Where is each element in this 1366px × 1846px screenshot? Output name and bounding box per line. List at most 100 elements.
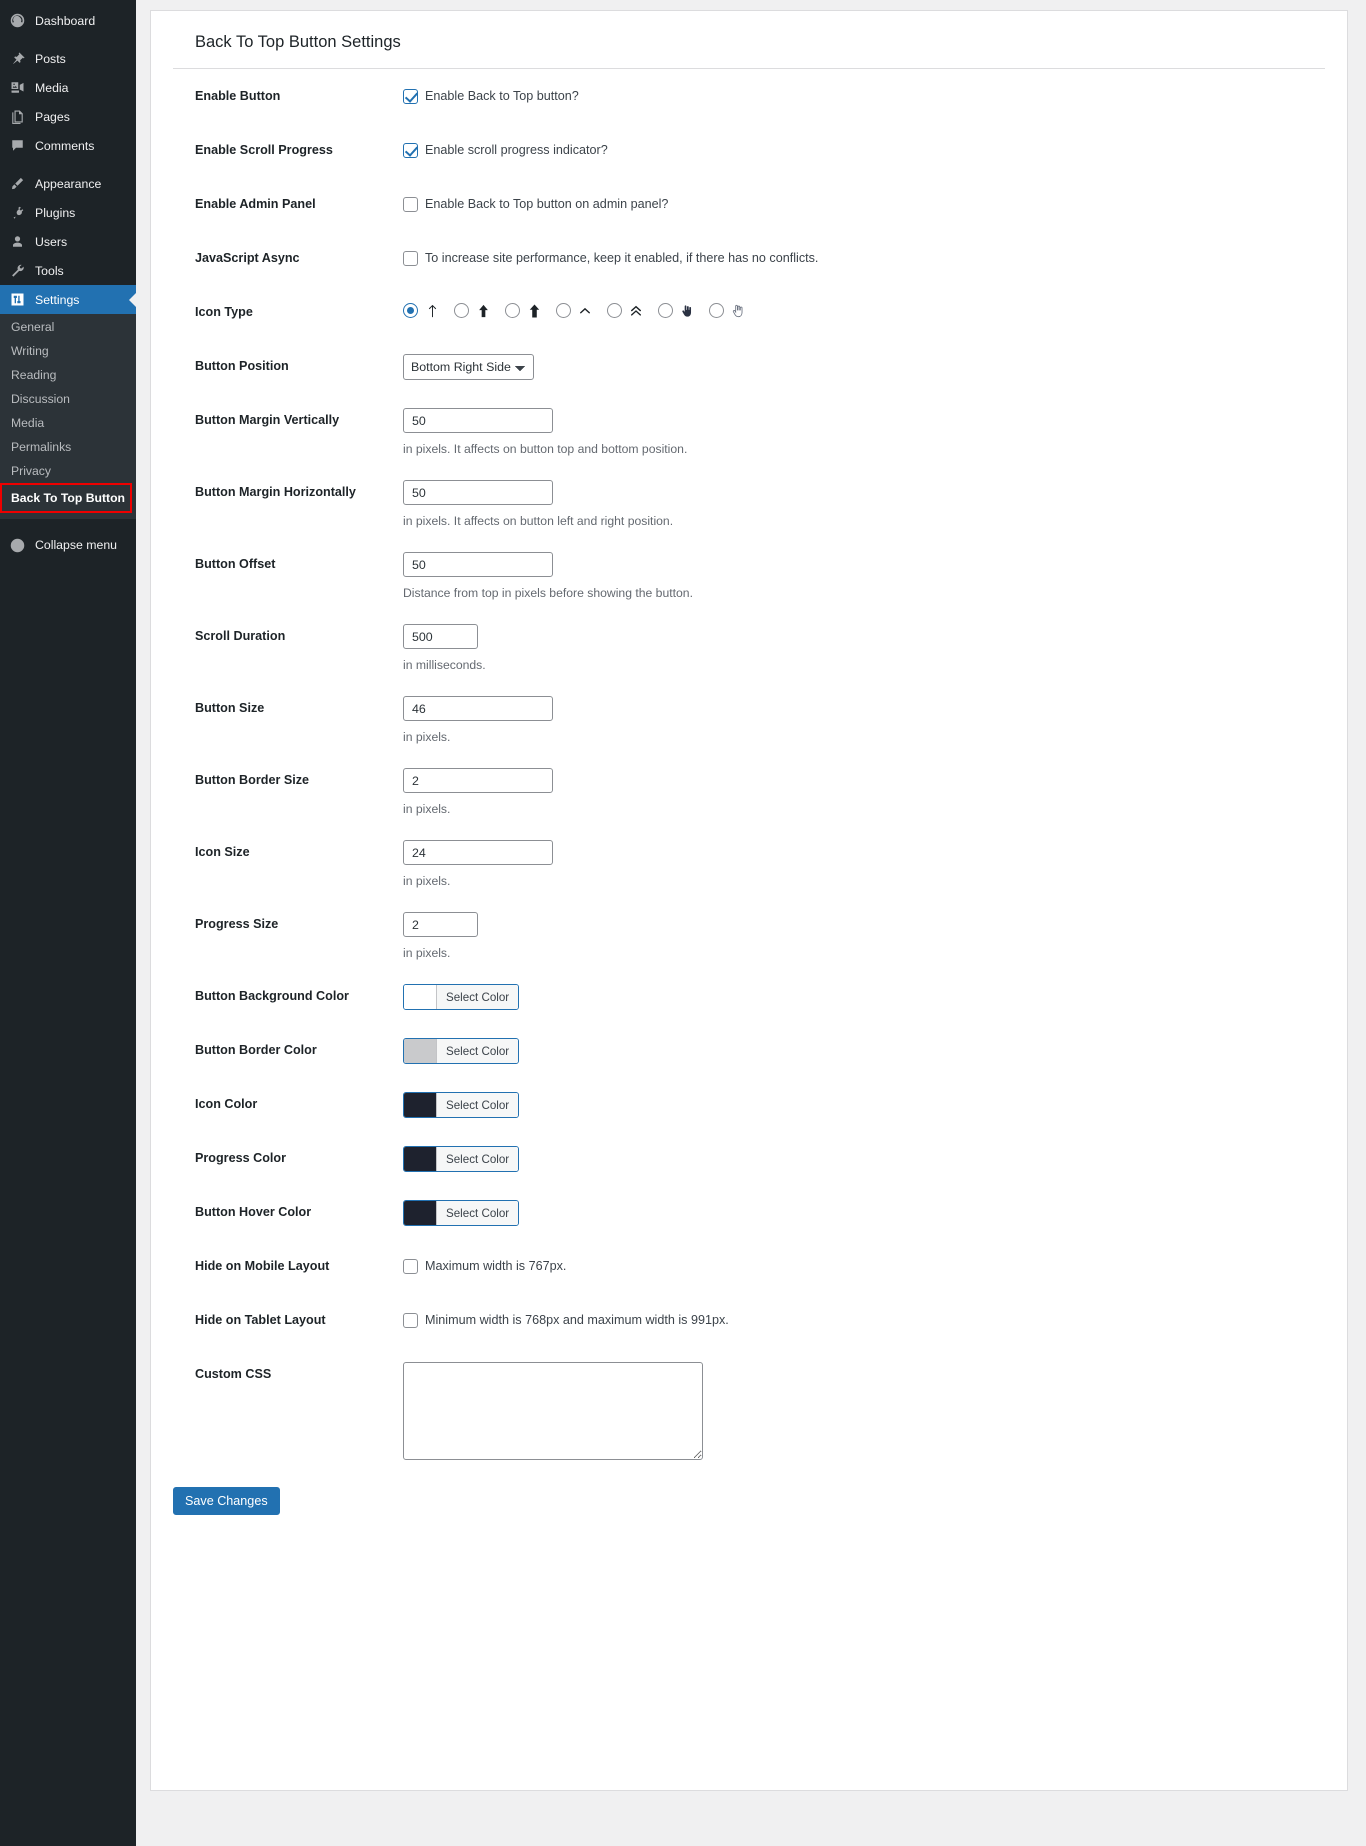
javascript-async-checkbox-line[interactable]: To increase site performance, keep it en…	[403, 246, 1325, 266]
sidebar-item-plugins[interactable]: Plugins	[0, 198, 136, 227]
icon-type-radio-1[interactable]	[454, 303, 469, 318]
sidebar-item-media-settings[interactable]: Media	[0, 411, 136, 435]
field-label: Button Position	[195, 359, 289, 373]
sidebar-item-back-to-top-button[interactable]: Back To Top Button	[0, 483, 132, 513]
sidebar-item-label: Appearance	[35, 176, 102, 191]
collapse-menu-button[interactable]: Collapse menu	[0, 529, 136, 561]
select-color-label: Select Color	[436, 1147, 519, 1171]
user-icon	[8, 232, 27, 251]
icon-type-radio-5[interactable]	[658, 303, 673, 318]
sidebar-item-privacy[interactable]: Privacy	[0, 459, 136, 483]
hide-on-tablet-checkbox[interactable]	[403, 1312, 418, 1328]
button-border-color-picker[interactable]: Select Color	[403, 1038, 520, 1064]
icon-type-option-2[interactable]	[505, 302, 542, 319]
sidebar-item-media[interactable]: Media	[0, 73, 136, 102]
wrench-icon	[8, 261, 27, 280]
field-label: Button Border Size	[195, 773, 310, 787]
sidebar-item-settings[interactable]: Settings	[0, 285, 137, 314]
sidebar-item-pages[interactable]: Pages	[0, 102, 136, 131]
enable-button-checkbox-line[interactable]: Enable Back to Top button?	[403, 84, 1325, 104]
field-control: in milliseconds.	[403, 609, 1325, 681]
button-margin-horizontally-input[interactable]	[403, 480, 553, 505]
progress-size-input[interactable]	[403, 912, 478, 937]
row-progress-size: Progress Size in pixels.	[173, 897, 1325, 969]
javascript-async-checkbox[interactable]	[403, 250, 418, 266]
enable-admin-panel-checkbox-line[interactable]: Enable Back to Top button on admin panel…	[403, 192, 1325, 212]
enable-scroll-progress-checkbox-line[interactable]: Enable scroll progress indicator?	[403, 138, 1325, 158]
sidebar-item-permalinks[interactable]: Permalinks	[0, 435, 136, 459]
sidebar-item-label: Posts	[35, 51, 66, 66]
icon-color-picker[interactable]: Select Color	[403, 1092, 520, 1118]
field-label: Button Size	[195, 701, 265, 715]
field-label: Icon Type	[195, 305, 253, 319]
progress-color-picker[interactable]: Select Color	[403, 1146, 520, 1172]
field-label: Hide on Tablet Layout	[195, 1313, 326, 1327]
custom-css-textarea[interactable]	[403, 1362, 703, 1460]
sidebar-item-tools[interactable]: Tools	[0, 256, 136, 285]
icon-type-option-6[interactable]	[709, 302, 746, 319]
icon-size-input[interactable]	[403, 840, 553, 865]
button-border-size-input[interactable]	[403, 768, 553, 793]
row-icon-type: Icon Type	[173, 285, 1325, 339]
pin-icon	[8, 49, 27, 68]
button-hover-color-picker[interactable]: Select Color	[403, 1200, 520, 1226]
icon-type-option-3[interactable]	[556, 302, 593, 319]
field-control: Minimum width is 768px and maximum width…	[403, 1293, 1325, 1345]
sidebar-item-writing[interactable]: Writing	[0, 339, 136, 363]
field-label: Enable Admin Panel	[195, 197, 316, 211]
page-title: Back To Top Button Settings	[173, 11, 1325, 69]
icon-type-radio-2[interactable]	[505, 303, 520, 318]
row-button-border-color: Button Border Color Select Color	[173, 1023, 1325, 1077]
field-label: Button Background Color	[195, 989, 349, 1003]
enable-admin-panel-checkbox-label: Enable Back to Top button on admin panel…	[425, 197, 669, 211]
row-button-hover-color: Button Hover Color Select Color	[173, 1185, 1325, 1239]
sidebar-item-posts[interactable]: Posts	[0, 44, 136, 73]
row-button-background-color: Button Background Color Select Color	[173, 969, 1325, 1023]
sidebar-item-comments[interactable]: Comments	[0, 131, 136, 160]
button-size-input[interactable]	[403, 696, 553, 721]
sidebar-item-users[interactable]: Users	[0, 227, 136, 256]
sidebar-item-reading[interactable]: Reading	[0, 363, 136, 387]
enable-admin-panel-checkbox[interactable]	[403, 196, 418, 212]
settings-icon	[8, 290, 27, 309]
sidebar-item-discussion[interactable]: Discussion	[0, 387, 136, 411]
icon-type-radio-0[interactable]	[403, 303, 418, 318]
icon-type-option-0[interactable]	[403, 302, 440, 319]
field-control	[403, 285, 1325, 337]
button-margin-vertically-input[interactable]	[403, 408, 553, 433]
row-hide-on-tablet: Hide on Tablet Layout Minimum width is 7…	[173, 1293, 1325, 1347]
button-offset-input[interactable]	[403, 552, 553, 577]
enable-scroll-progress-checkbox[interactable]	[403, 142, 418, 158]
icon-type-option-1[interactable]	[454, 302, 491, 319]
hide-on-tablet-checkbox-line[interactable]: Minimum width is 768px and maximum width…	[403, 1308, 1325, 1328]
javascript-async-checkbox-label: To increase site performance, keep it en…	[425, 251, 819, 265]
row-enable-admin-panel: Enable Admin Panel Enable Back to Top bu…	[173, 177, 1325, 231]
sidebar-item-appearance[interactable]: Appearance	[0, 169, 136, 198]
field-hint: in pixels.	[403, 946, 451, 960]
icon-type-option-5[interactable]	[658, 302, 695, 319]
icon-type-radio-6[interactable]	[709, 303, 724, 318]
icon-type-option-4[interactable]	[607, 302, 644, 319]
icon-type-radio-4[interactable]	[607, 303, 622, 318]
field-control: in pixels. It affects on button top and …	[403, 393, 1325, 465]
save-changes-button[interactable]: Save Changes	[173, 1487, 280, 1515]
field-label: Progress Color	[195, 1151, 286, 1165]
enable-button-checkbox[interactable]	[403, 88, 418, 104]
sidebar-item-general[interactable]: General	[0, 315, 136, 339]
scroll-duration-input[interactable]	[403, 624, 478, 649]
sidebar-item-dashboard[interactable]: Dashboard	[0, 6, 136, 35]
color-swatch	[404, 1201, 436, 1225]
field-hint: in pixels.	[403, 730, 451, 744]
button-position-select[interactable]: Bottom Right Side Bottom Left Side Top R…	[403, 354, 534, 380]
button-background-color-picker[interactable]: Select Color	[403, 984, 520, 1010]
plug-icon	[8, 203, 27, 222]
main-content: Back To Top Button Settings Enable Butto…	[136, 0, 1366, 1846]
hide-on-mobile-checkbox-line[interactable]: Maximum width is 767px.	[403, 1254, 1325, 1274]
row-javascript-async: JavaScript Async To increase site perfor…	[173, 231, 1325, 285]
pages-icon	[8, 107, 27, 126]
icon-type-radio-3[interactable]	[556, 303, 571, 318]
field-control: Enable Back to Top button on admin panel…	[403, 177, 1325, 229]
hide-on-mobile-checkbox[interactable]	[403, 1258, 418, 1274]
field-control: Select Color	[403, 1077, 1325, 1130]
field-control: Select Color	[403, 1023, 1325, 1076]
